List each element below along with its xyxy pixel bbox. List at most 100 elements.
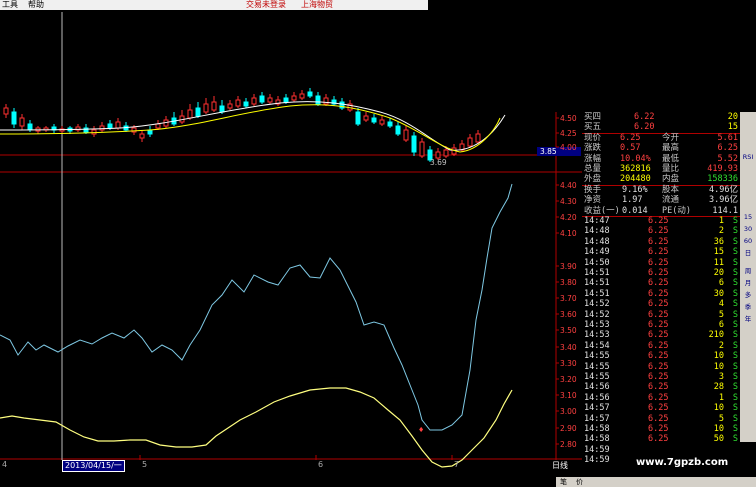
fund-value: 4.96亿 bbox=[709, 184, 738, 195]
stat-label: 最低 bbox=[662, 153, 680, 164]
toolbar-item-4[interactable]: 日 bbox=[741, 248, 755, 259]
fund-value: 0.014 bbox=[622, 205, 648, 216]
candle-body bbox=[251, 97, 257, 105]
candle-body bbox=[411, 135, 417, 153]
candle-body bbox=[107, 123, 113, 129]
tick-volume: 10 bbox=[713, 403, 724, 414]
indicator-line-2 bbox=[0, 387, 513, 468]
tick-side: S bbox=[732, 320, 738, 330]
candle-body bbox=[99, 125, 105, 131]
tick-time: 14:58 bbox=[584, 424, 610, 434]
stat-row: 总量 362816 量比 419.93 bbox=[582, 164, 740, 174]
stat-row: 涨幅 10.04% 最低 5.52 bbox=[582, 154, 740, 164]
tick-side: S bbox=[732, 413, 738, 424]
tick-price: 6.25 bbox=[648, 278, 669, 289]
fund-value: 114.1 bbox=[712, 205, 738, 216]
toolbar-item-8[interactable]: 季 bbox=[741, 302, 755, 313]
tick-row: 14:53 6.25 6 S bbox=[582, 320, 740, 330]
tick-row: 14:55 6.25 10 S bbox=[582, 362, 740, 372]
stat-label: 外盘 bbox=[584, 174, 602, 185]
date-label: 6 bbox=[318, 460, 324, 469]
candlesticks bbox=[3, 88, 481, 162]
toolbar-item-2[interactable]: 30 bbox=[741, 224, 755, 235]
tick-price: 6.25 bbox=[648, 216, 669, 226]
toolbar-item-5[interactable]: 周 bbox=[741, 266, 755, 277]
fund-label: 换手 bbox=[584, 184, 602, 195]
fund-label: 净资 bbox=[584, 195, 602, 206]
tick-side: S bbox=[732, 340, 738, 351]
stat-label: 最高 bbox=[662, 143, 680, 154]
tick-volume: 5 bbox=[718, 413, 724, 424]
indicator-axis-label: 4.10 bbox=[560, 229, 577, 238]
tick-row: 14:58 6.25 10 S bbox=[582, 424, 740, 434]
stat-label: 量比 bbox=[662, 164, 680, 174]
stat-row: 涨跌 0.57 最高 6.25 bbox=[582, 143, 740, 153]
tick-time: 14:48 bbox=[584, 226, 610, 237]
tick-price: 6.25 bbox=[648, 236, 669, 247]
toolbar-item-6[interactable]: 月 bbox=[741, 278, 755, 289]
candle-body bbox=[227, 103, 233, 109]
stat-value: 6.25 bbox=[620, 132, 641, 143]
stat-row: 现价 6.25 今开 5.61 bbox=[582, 133, 740, 143]
candle-body bbox=[19, 117, 25, 127]
tick-price: 6.25 bbox=[648, 320, 669, 330]
bid-price: 6.22 bbox=[634, 112, 655, 122]
tick-volume: 28 bbox=[713, 382, 724, 393]
tick-row: 14:58 6.25 50 S bbox=[582, 434, 740, 444]
candle-body bbox=[203, 103, 209, 113]
indicator-axis-label: 3.80 bbox=[560, 278, 577, 287]
indicator-axis-label: 3.60 bbox=[560, 310, 577, 319]
date-label: 7 bbox=[454, 460, 460, 469]
toolbar-item-0[interactable]: RSI bbox=[741, 152, 755, 163]
toolbar-item-3[interactable]: 60 bbox=[741, 236, 755, 247]
tick-price: 6.25 bbox=[648, 340, 669, 351]
candle-body bbox=[387, 121, 393, 127]
tick-volume: 10 bbox=[713, 424, 724, 434]
indicator-axis-label: 3.50 bbox=[560, 326, 577, 335]
indicator-axis-label: 4.20 bbox=[560, 213, 577, 222]
bid-label: 买五 bbox=[584, 122, 602, 133]
tab-trades[interactable]: 笔 bbox=[560, 477, 567, 487]
tick-side: S bbox=[732, 226, 738, 237]
tick-volume: 210 bbox=[708, 330, 724, 341]
price-axis-label: 4.25 bbox=[560, 129, 577, 138]
tick-side: S bbox=[732, 268, 738, 278]
indicator-line-1 bbox=[0, 183, 513, 431]
candle-body bbox=[419, 141, 425, 157]
candle-body bbox=[307, 91, 313, 97]
stat-value: 5.52 bbox=[717, 153, 738, 164]
tab-price[interactable]: 价 bbox=[576, 477, 583, 487]
candle-body bbox=[323, 97, 329, 105]
tick-side: S bbox=[732, 257, 738, 268]
tick-volume: 2 bbox=[718, 340, 724, 351]
bid-price: 6.20 bbox=[634, 122, 655, 133]
toolbar-item-1[interactable]: 15 bbox=[741, 212, 755, 223]
tick-row: 14:51 6.25 30 S bbox=[582, 289, 740, 299]
price-axis-label: 4.50 bbox=[560, 114, 577, 123]
toolbar-item-7[interactable]: 多 bbox=[741, 290, 755, 301]
tick-volume: 5 bbox=[718, 309, 724, 320]
tick-side: S bbox=[732, 216, 738, 226]
side-toolbar: RSI 15 30 60 日周月多季年 bbox=[740, 112, 756, 442]
tick-volume: 50 bbox=[713, 434, 724, 445]
candle-body bbox=[219, 105, 225, 113]
stat-value: 158336 bbox=[707, 174, 738, 185]
tick-price: 6.25 bbox=[648, 351, 669, 362]
tick-price: 6.25 bbox=[648, 434, 669, 445]
tick-volume: 6 bbox=[718, 278, 724, 289]
tick-time: 14:50 bbox=[584, 257, 610, 268]
indicator-axis-label: 3.20 bbox=[560, 375, 577, 384]
tick-volume: 4 bbox=[718, 299, 724, 310]
bid-volume: 20 bbox=[727, 112, 738, 122]
candle-body bbox=[11, 111, 17, 125]
toolbar-item-9[interactable]: 年 bbox=[741, 314, 755, 325]
tick-row: 14:56 6.25 1 S bbox=[582, 393, 740, 403]
tick-time: 14:56 bbox=[584, 392, 610, 403]
tick-row: 14:48 6.25 36 S bbox=[582, 237, 740, 247]
tick-row: 14:47 6.25 1 S bbox=[582, 216, 740, 226]
stat-value: 204480 bbox=[620, 174, 651, 185]
candle-body bbox=[27, 123, 33, 131]
period-label[interactable]: 日线 bbox=[552, 460, 568, 471]
bid-row: 买四 6.22 20 bbox=[582, 112, 740, 122]
tick-price: 6.25 bbox=[648, 413, 669, 424]
